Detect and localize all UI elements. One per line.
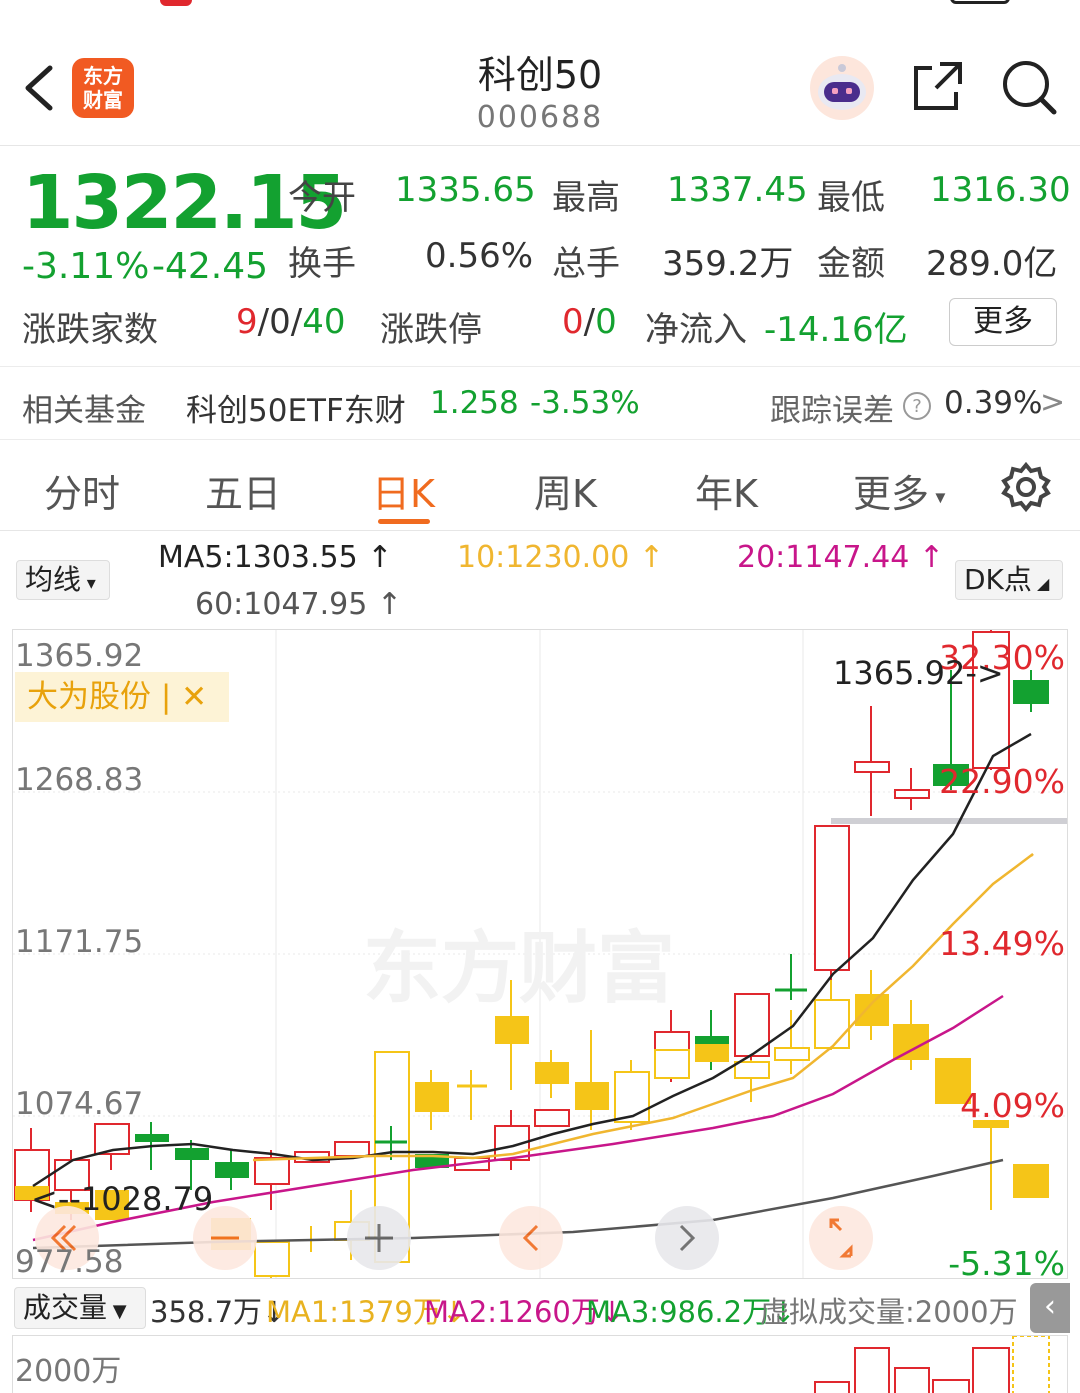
change-amount: -42.45: [152, 246, 269, 287]
tab-yearly-k[interactable]: 年K: [695, 463, 758, 518]
candle: [494, 1110, 530, 1170]
volume-indicator-row: 成交量 ▼ 358.7万↓ MA1:1379万↓ MA2:1260万↓ MA3:…: [0, 1283, 1080, 1335]
volume-bar: [894, 1367, 930, 1393]
y-axis-label-bottom: 977.58: [15, 1244, 124, 1280]
stock-tag[interactable]: 大为股份 | ✕: [15, 672, 229, 722]
candle: [415, 1070, 449, 1130]
low-label: 最低: [817, 178, 885, 218]
y-axis-label: 1268.83: [15, 762, 144, 798]
candle: [695, 1044, 729, 1062]
candle: [854, 706, 890, 816]
y-axis-label: 1171.75: [15, 924, 144, 960]
svg-text:?: ?: [912, 396, 922, 417]
pct-label-bottom: -5.31%: [948, 1244, 1065, 1283]
candle: [774, 1010, 810, 1074]
volume-label: 总手: [552, 244, 620, 284]
fund-section-label: 相关基金: [22, 393, 146, 429]
tab-daily-k[interactable]: 日K: [372, 463, 435, 518]
candle: [893, 1000, 929, 1070]
volume-bar: [1012, 1336, 1050, 1393]
high-label: 最高: [552, 178, 620, 218]
candle: [654, 1049, 690, 1079]
breadth-value: 9/0/40: [236, 302, 346, 342]
more-quote-button[interactable]: 更多: [949, 298, 1057, 346]
fund-change: -3.53%: [530, 385, 640, 421]
fund-name[interactable]: 科创50ETF东财: [186, 385, 406, 430]
min-price-marker: <--1028.79: [31, 1180, 214, 1218]
volume-bar: [814, 1381, 850, 1393]
reference-band: [831, 818, 1067, 824]
tracking-error-label: 跟踪误差: [770, 393, 894, 429]
chevron-right-icon[interactable]: >: [1040, 385, 1065, 420]
watermark-text: 东方财富: [363, 924, 675, 1014]
y-axis-label-top: 1365.92: [15, 638, 144, 674]
robot-assistant-icon[interactable]: [808, 54, 876, 122]
share-icon[interactable]: [910, 58, 966, 114]
ma10-value: 10:1230.00 ↑: [457, 540, 665, 575]
settings-gear-icon[interactable]: [1000, 461, 1052, 513]
active-tab-indicator: [378, 519, 430, 524]
high-value: 1337.45: [667, 170, 808, 210]
chart-period-tabs: 分时 五日 日K 周K 年K 更多 ▾: [0, 441, 1080, 531]
help-icon[interactable]: ?: [902, 391, 932, 421]
tracking-error-value: 0.39%: [944, 385, 1043, 421]
volume-bar: [932, 1379, 970, 1393]
volume-chart[interactable]: 2000万: [12, 1335, 1068, 1393]
volume-value: 359.2万: [662, 244, 794, 284]
open-value: 1335.65: [395, 170, 536, 210]
candle: [534, 1109, 570, 1127]
breadth-label: 涨跌家数: [22, 310, 158, 350]
tab-intraday[interactable]: 分时: [44, 463, 120, 518]
netflow-value: -14.16亿: [764, 310, 908, 350]
collapse-panel-button[interactable]: ‹: [1030, 1283, 1070, 1333]
pct-label: 4.09%: [960, 1086, 1065, 1125]
limit-label: 涨跌停: [380, 310, 482, 350]
turnover-value: 0.56%: [425, 236, 534, 276]
tab-more[interactable]: 更多 ▾: [853, 463, 945, 518]
candle: [94, 1123, 130, 1170]
pct-label: 22.90%: [939, 762, 1065, 801]
change-percent: -3.11%: [22, 246, 150, 287]
volume-selector[interactable]: 成交量 ▼: [14, 1287, 146, 1329]
amount-label: 金额: [817, 244, 885, 284]
candle: [457, 1070, 487, 1120]
max-price-marker: 1365.92->: [833, 654, 1004, 692]
candle: [575, 1030, 609, 1130]
open-label: 今开: [288, 178, 356, 218]
caret-down-icon: ▾: [929, 484, 946, 509]
candle: [215, 1150, 249, 1190]
dk-point-button[interactable]: DK点 ◢: [955, 560, 1063, 600]
candle: [775, 954, 807, 1000]
candle: [894, 768, 930, 810]
candle: [855, 970, 889, 1040]
turnover-label: 换手: [288, 244, 356, 284]
ma60-value: 60:1047.95 ↑: [195, 587, 403, 622]
ma20-value: 20:1147.44 ↑: [737, 540, 945, 575]
volume-bar: [854, 1347, 890, 1393]
search-icon[interactable]: [1000, 58, 1058, 116]
amount-value: 289.0亿: [926, 244, 1058, 284]
tab-five-day[interactable]: 五日: [205, 463, 281, 518]
related-fund-row[interactable]: 相关基金 科创50ETF东财 1.258 -3.53% 跟踪误差 ? 0.39%…: [0, 366, 1080, 440]
fund-price: 1.258: [430, 385, 519, 421]
y-axis-label: 1074.67: [15, 1086, 144, 1122]
candle: [1013, 1164, 1049, 1198]
pct-label: 13.49%: [939, 924, 1065, 963]
ma5-value: MA5:1303.55 ↑: [158, 540, 393, 575]
indicator-selector[interactable]: 均线 ▾: [16, 560, 110, 600]
close-icon: ✕: [181, 679, 208, 715]
tab-weekly-k[interactable]: 周K: [534, 463, 597, 518]
netflow-label: 净流入: [645, 310, 747, 350]
virtual-volume: 虚拟成交量:2000万: [760, 1295, 1018, 1329]
volume-bars: [814, 1336, 1050, 1393]
volume-bar: [972, 1347, 1010, 1393]
k-line-chart[interactable]: 东方财富 1365.92 1268.83 1171.75 1074.67 977…: [12, 629, 1068, 1283]
candle: [254, 1240, 290, 1278]
low-value: 1316.30: [930, 170, 1071, 210]
limit-value: 0/0: [562, 302, 617, 342]
top-navigation-bar: 东方 财富 科创50 000688: [0, 0, 1080, 146]
candle: [334, 1141, 370, 1157]
